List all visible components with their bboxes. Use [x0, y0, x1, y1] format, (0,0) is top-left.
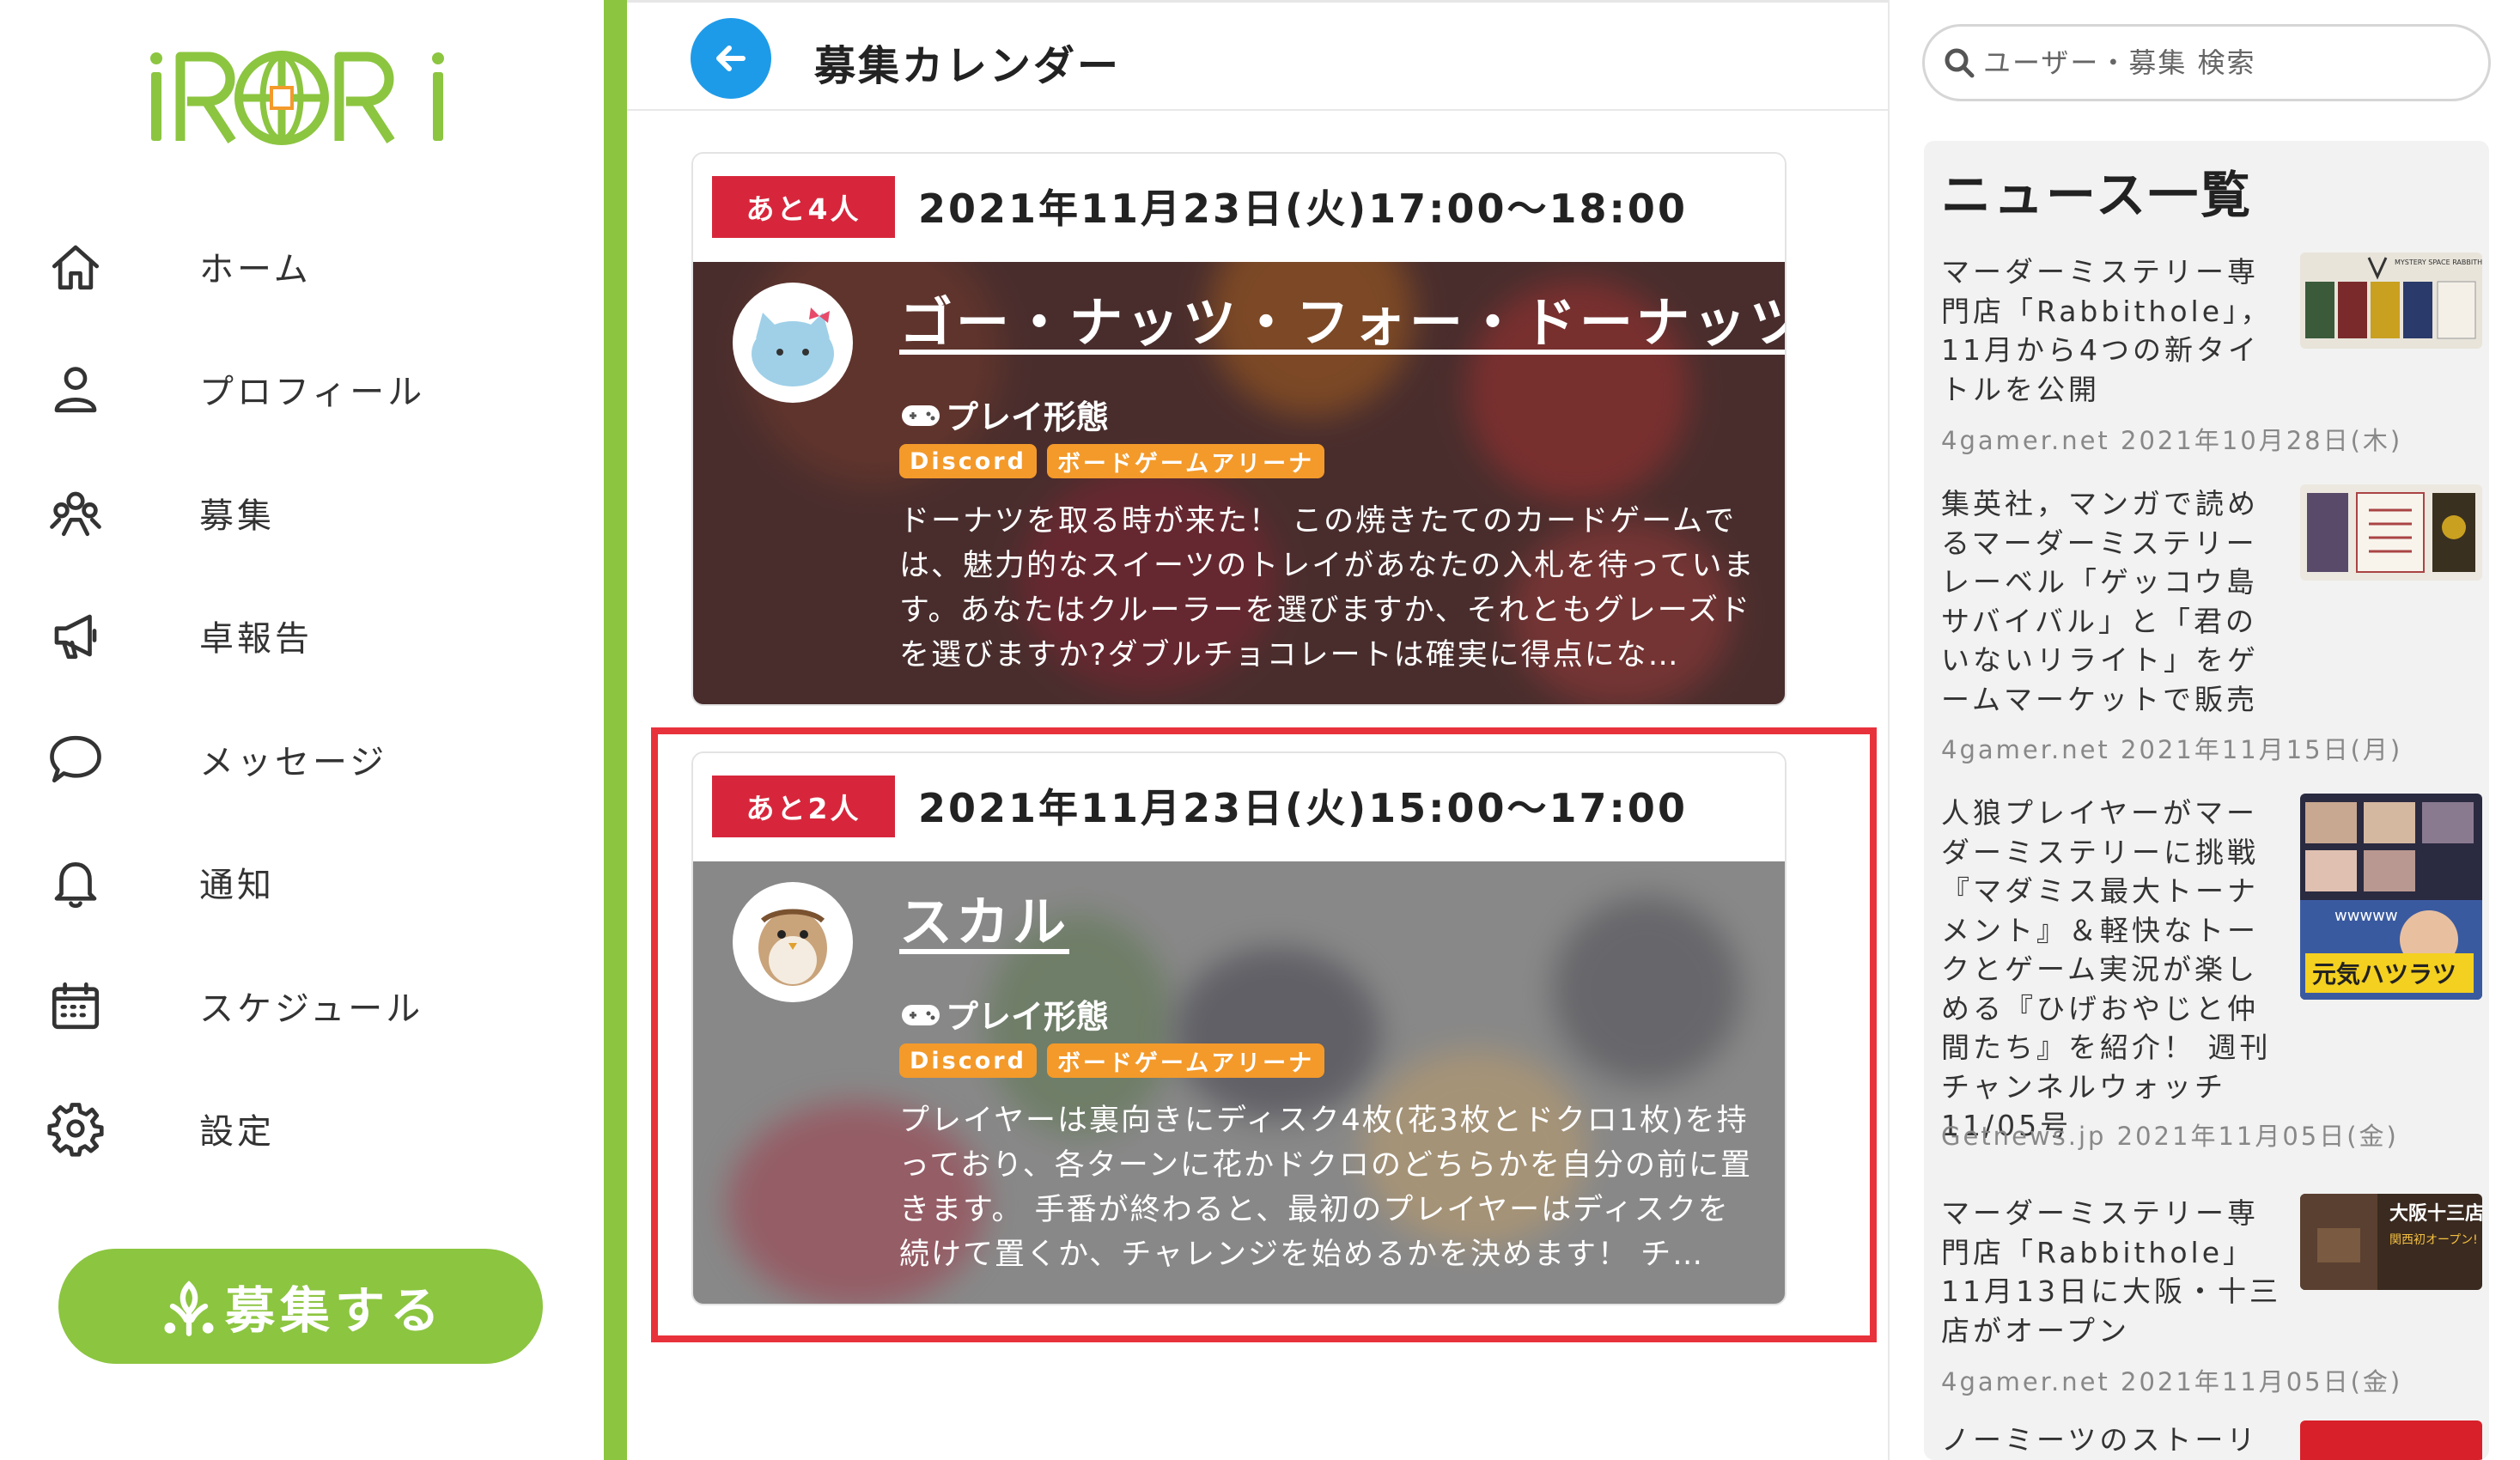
megaphone-icon [43, 603, 108, 668]
tag-discord: Discord [899, 444, 1037, 478]
news-thumbnail: wwwww 元気ハツラツ [2300, 794, 2482, 1000]
sidebar-divider [604, 0, 627, 1460]
news-thumbnail-text: 元気ハツラツ [2312, 960, 2456, 989]
sidebar-nav: ホーム プロフィール 募集 卓報告 メッセージ 通知 スケジュール 設定 [43, 204, 558, 1190]
sidebar-item-label: 卓報告 [199, 619, 313, 660]
tag-board-game-arena: ボードゲームアリーナ [1046, 444, 1325, 478]
event-card-header: あと4人 2021年11月23日(火)17:00〜18:00 [693, 154, 1785, 262]
search-box[interactable] [1922, 24, 2491, 101]
news-source-date: Getnews.jp 2021年11月05日(金) [1941, 1122, 2399, 1151]
event-description: ドーナツを取る時が来た！ この焼きたてのカードゲームでは、魅力的なスイーツのトレ… [899, 504, 1756, 672]
news-thumbnail-text: MYSTERY SPACE RABBITHOLE [2395, 259, 2482, 266]
user-icon [43, 356, 108, 422]
news-headline: 集英社，マンガで読めるマーダーミステリーレーベル「ゲッコウ島サバイバル」と「君の… [1941, 487, 2259, 716]
news-headline: マーダーミステリー専門店「Rabbithole」11月13日に大阪・十三店がオー… [1941, 1196, 2281, 1347]
news-item[interactable]: マーダーミステリー専門店「Rabbithole」，11月から4つの新タイトルを公… [1941, 252, 2482, 467]
sidebar-item-label: ホーム [199, 249, 312, 289]
search-icon [1945, 48, 1975, 78]
calendar-icon [43, 973, 108, 1038]
news-item[interactable]: マーダーミステリー専門店「Rabbithole」11月13日に大阪・十三店がオー… [1941, 1194, 2482, 1408]
play-style-text: プレイ形態 [946, 398, 1110, 436]
news-item[interactable]: 人狼プレイヤーがマーダーミステリーに挑戦『マダミス最大トーナメント』＆軽快なトー… [1941, 794, 2482, 1180]
news-thumbnail-text: wwwww [2334, 907, 2398, 925]
event-date: 2021年11月23日(火)17:00〜18:00 [918, 186, 1688, 232]
news-headline: 人狼プレイヤーがマーダーミステリーに挑戦『マダミス最大トーナメント』＆軽快なトー… [1941, 796, 2272, 1142]
search-input[interactable] [1983, 46, 2481, 79]
page-title: 募集カレンダー [814, 42, 1122, 90]
sidebar-item-settings[interactable]: 設定 [43, 1068, 558, 1191]
news-headline: ノーミーツのストーリー [1941, 1423, 2259, 1457]
news-headline: マーダーミステリー専門店「Rabbithole」，11月から4つの新タイトルを公… [1941, 255, 2273, 406]
sidebar-item-label: 通知 [199, 866, 275, 906]
home-icon [43, 234, 108, 299]
organizer-avatar[interactable] [733, 283, 853, 403]
news-thumbnail-text: 大阪十三店 [2389, 1203, 2482, 1225]
sidebar-item-notifications[interactable]: 通知 [43, 821, 558, 945]
play-style-label: プレイ形態 [899, 391, 1109, 438]
chat-icon [43, 727, 108, 792]
remaining-slots-badge: あと4人 [712, 176, 895, 238]
news-panel: ニュース一覧 マーダーミステリー専門店「Rabbithole」，11月から4つの… [1924, 141, 2489, 1460]
news-thumbnail-text: 関西初オープン! [2389, 1232, 2478, 1247]
sidebar-item-report[interactable]: 卓報告 [43, 575, 558, 698]
sidebar-item-recruit[interactable]: 募集 [43, 451, 558, 575]
gamepad-icon [902, 405, 940, 426]
create-recruit-label: 募集する [224, 1281, 445, 1340]
recruit-sprout-icon [164, 1281, 214, 1336]
sidebar-item-label: プロフィール [199, 373, 426, 413]
tag-list: Discord ボードゲームアリーナ [899, 444, 1325, 478]
sidebar-item-label: スケジュール [199, 989, 424, 1029]
create-recruit-button[interactable]: 募集する [58, 1249, 543, 1364]
news-thumbnail: MYSTERY SPACE RABBITHOLE [2300, 252, 2482, 349]
sidebar-item-schedule[interactable]: スケジュール [43, 944, 558, 1068]
recruit-icon [43, 480, 108, 545]
news-source-date: 4gamer.net 2021年11月05日(金) [1941, 1367, 2403, 1396]
arrow-left-icon [716, 46, 746, 71]
event-card-body: ゴー・ナッツ・フォー・ドーナッツ プレイ形態 Discord ボードゲームアリー… [693, 262, 1785, 704]
sidebar-item-label: 募集 [199, 496, 275, 536]
sidebar-item-messages[interactable]: メッセージ [43, 697, 558, 821]
news-item[interactable]: ノーミーツのストーリー [1941, 1420, 2482, 1460]
sidebar-item-profile[interactable]: プロフィール [43, 328, 558, 452]
sidebar-item-label: メッセージ [199, 742, 388, 782]
news-thumbnail [2300, 1420, 2482, 1460]
game-title-link[interactable]: ゴー・ナッツ・フォー・ドーナッツ [899, 279, 1785, 356]
news-heading: ニュース一覧 [1941, 166, 2254, 224]
sidebar-item-label: 設定 [199, 1112, 275, 1153]
iroi-logo[interactable] [146, 45, 464, 148]
gear-icon [43, 1096, 108, 1161]
news-thumbnail [2300, 484, 2482, 581]
sidebar-item-home[interactable]: ホーム [43, 204, 558, 328]
news-source-date: 4gamer.net 2021年10月28日(木) [1941, 426, 2403, 455]
news-thumbnail: 大阪十三店 関西初オープン! [2300, 1194, 2482, 1290]
bell-icon [43, 849, 108, 915]
right-column: ニュース一覧 マーダーミステリー専門店「Rabbithole」，11月から4つの… [1888, 0, 2520, 1460]
news-item[interactable]: 集英社，マンガで読めるマーダーミステリーレーベル「ゲッコウ島サバイバル」と「君の… [1941, 484, 2482, 776]
back-button[interactable] [691, 18, 771, 99]
annotation-highlight-box [651, 727, 1877, 1342]
event-card[interactable]: あと4人 2021年11月23日(火)17:00〜18:00 ゴー・ナッツ・フォ… [691, 152, 1787, 706]
page-header: 募集カレンダー [627, 3, 1888, 111]
sidebar: ホーム プロフィール 募集 卓報告 メッセージ 通知 スケジュール 設定 募集す… [0, 0, 604, 1460]
news-source-date: 4gamer.net 2021年11月15日(月) [1941, 735, 2403, 764]
